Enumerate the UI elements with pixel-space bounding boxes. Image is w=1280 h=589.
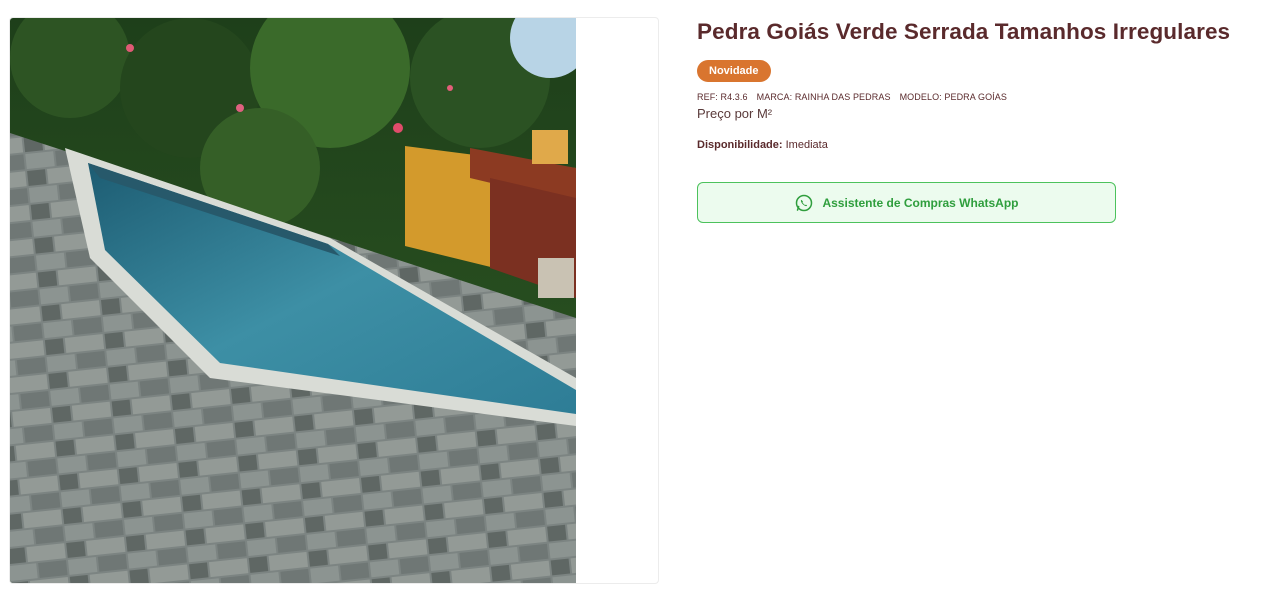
new-badge: Novidade — [697, 60, 771, 82]
whatsapp-button-label: Assistente de Compras WhatsApp — [822, 195, 1019, 210]
product-model: MODELO: PEDRA GOÍAS — [899, 92, 1007, 102]
availability-value: Imediata — [785, 139, 828, 151]
product-title: Pedra Goiás Verde Serrada Tamanhos Irreg… — [697, 19, 1231, 44]
whatsapp-assistant-button[interactable]: Assistente de Compras WhatsApp — [697, 182, 1116, 223]
product-info: Pedra Goiás Verde Serrada Tamanhos Irreg… — [697, 18, 1267, 223]
product-image[interactable] — [10, 18, 576, 584]
availability-label: Disponibilidade: — [697, 139, 783, 151]
product-brand: MARCA: RAINHA DAS PEDRAS — [756, 92, 891, 102]
product-meta: REF: R4.3.6 MARCA: RAINHA DAS PEDRAS MOD… — [697, 92, 1267, 103]
price-unit: Preço por M² — [697, 106, 773, 121]
product-ref: REF: R4.3.6 — [697, 92, 748, 102]
availability: Disponibilidade: Imediata — [697, 138, 1267, 152]
product-gallery — [9, 17, 659, 584]
whatsapp-icon — [796, 194, 813, 211]
